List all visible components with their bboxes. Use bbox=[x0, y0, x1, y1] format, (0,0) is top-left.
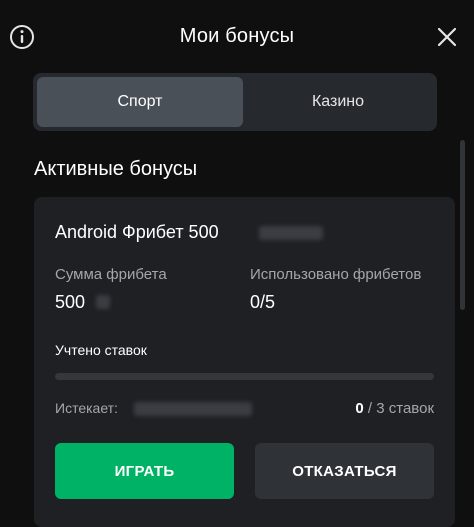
tab-sport[interactable]: Спорт bbox=[37, 77, 243, 127]
redacted-text bbox=[259, 226, 323, 240]
scrollbar[interactable] bbox=[460, 140, 465, 310]
bets-current: 0 bbox=[355, 400, 364, 417]
freebet-amount-value: 500 bbox=[55, 292, 86, 312]
freebet-amount-label: Сумма фрибета bbox=[55, 266, 167, 283]
section-title: Активные бонусы bbox=[34, 158, 198, 180]
redacted-currency bbox=[96, 295, 110, 309]
bets-progress-bar bbox=[55, 373, 434, 380]
bonus-card: Android Фрибет 500 Сумма фрибета 500 Исп… bbox=[34, 197, 455, 527]
play-button[interactable]: ИГРАТЬ bbox=[55, 443, 234, 499]
freebets-used-value: 0/5 bbox=[250, 292, 276, 312]
bonus-title: Android Фрибет 500 bbox=[55, 222, 219, 242]
bets-counter: 0 / 3 ставок bbox=[355, 400, 434, 417]
decline-button[interactable]: ОТКАЗАТЬСЯ bbox=[255, 443, 434, 499]
header: Мои бонусы bbox=[0, 0, 474, 72]
close-icon[interactable] bbox=[435, 25, 459, 49]
expires-label: Истекает: bbox=[55, 400, 118, 416]
tab-casino[interactable]: Казино bbox=[243, 77, 433, 127]
redacted-expiry-date bbox=[134, 402, 252, 416]
page-title: Мои бонусы bbox=[179, 25, 295, 47]
counted-bets-label: Учтено ставок bbox=[55, 342, 147, 358]
bets-total: / 3 ставок bbox=[367, 400, 434, 417]
freebets-used-label: Использовано фрибетов bbox=[250, 266, 422, 283]
bonus-type-tabs: Спорт Казино bbox=[33, 73, 437, 131]
